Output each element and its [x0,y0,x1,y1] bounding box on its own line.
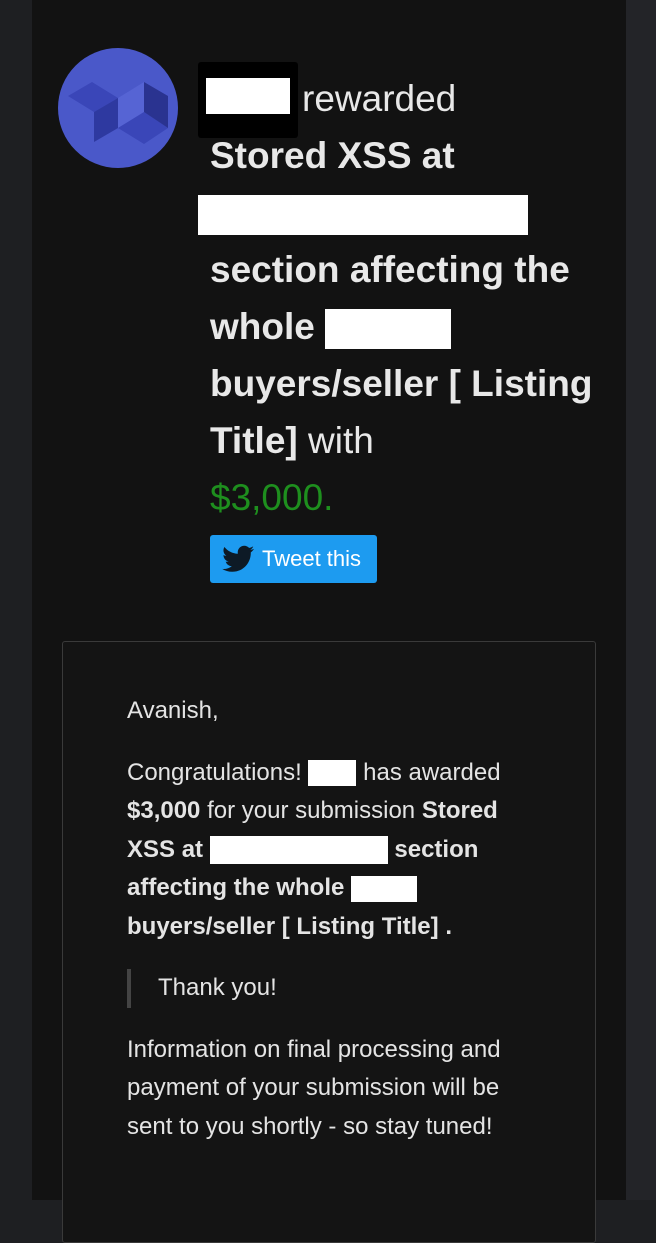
program-avatar[interactable] [58,48,178,168]
has-awarded-text: has awarded [363,758,501,786]
cube-logo-icon [68,82,168,144]
email-award-paragraph: Congratulations! has awarded $3,000 for … [127,754,537,947]
email-greeting: Avanish, [127,697,219,724]
with-word: with [308,420,374,461]
quote-text: Thank you! [158,974,277,1001]
headline-title-part3[interactable]: buyers/seller [ Listing Title] [210,363,592,461]
email-amount: $3,000 [127,797,201,824]
redacted-company-inline [325,309,452,350]
redacted-target [198,195,528,236]
reward-headline: rewarded Stored XSS at section affecting… [198,70,610,526]
award-email-card: Avanish, Congratulations! has awarded $3… [62,641,596,1243]
for-submission-text: for your submission [207,797,416,824]
scroll-gutter [626,0,656,1200]
twitter-bird-icon [222,545,254,572]
congrats-text: Congratulations! [127,758,302,786]
email-closing: Information on final processing and paym… [127,1035,501,1140]
rewarded-word: rewarded [302,78,457,119]
email-title-part3: buyers/seller [ Listing Title] [127,912,439,940]
email-period: . [445,912,452,940]
tweet-button-label: Tweet this [262,546,362,571]
reward-amount: $3,000. [210,477,334,518]
redacted-company-email [308,760,357,787]
headline-title-part1[interactable]: Stored XSS at [210,135,455,176]
redacted-target-email [209,836,388,865]
redacted-company-email-2 [351,875,418,902]
thank-you-quote: Thank you! [127,969,537,1008]
tweet-button[interactable]: Tweet this [210,535,377,583]
